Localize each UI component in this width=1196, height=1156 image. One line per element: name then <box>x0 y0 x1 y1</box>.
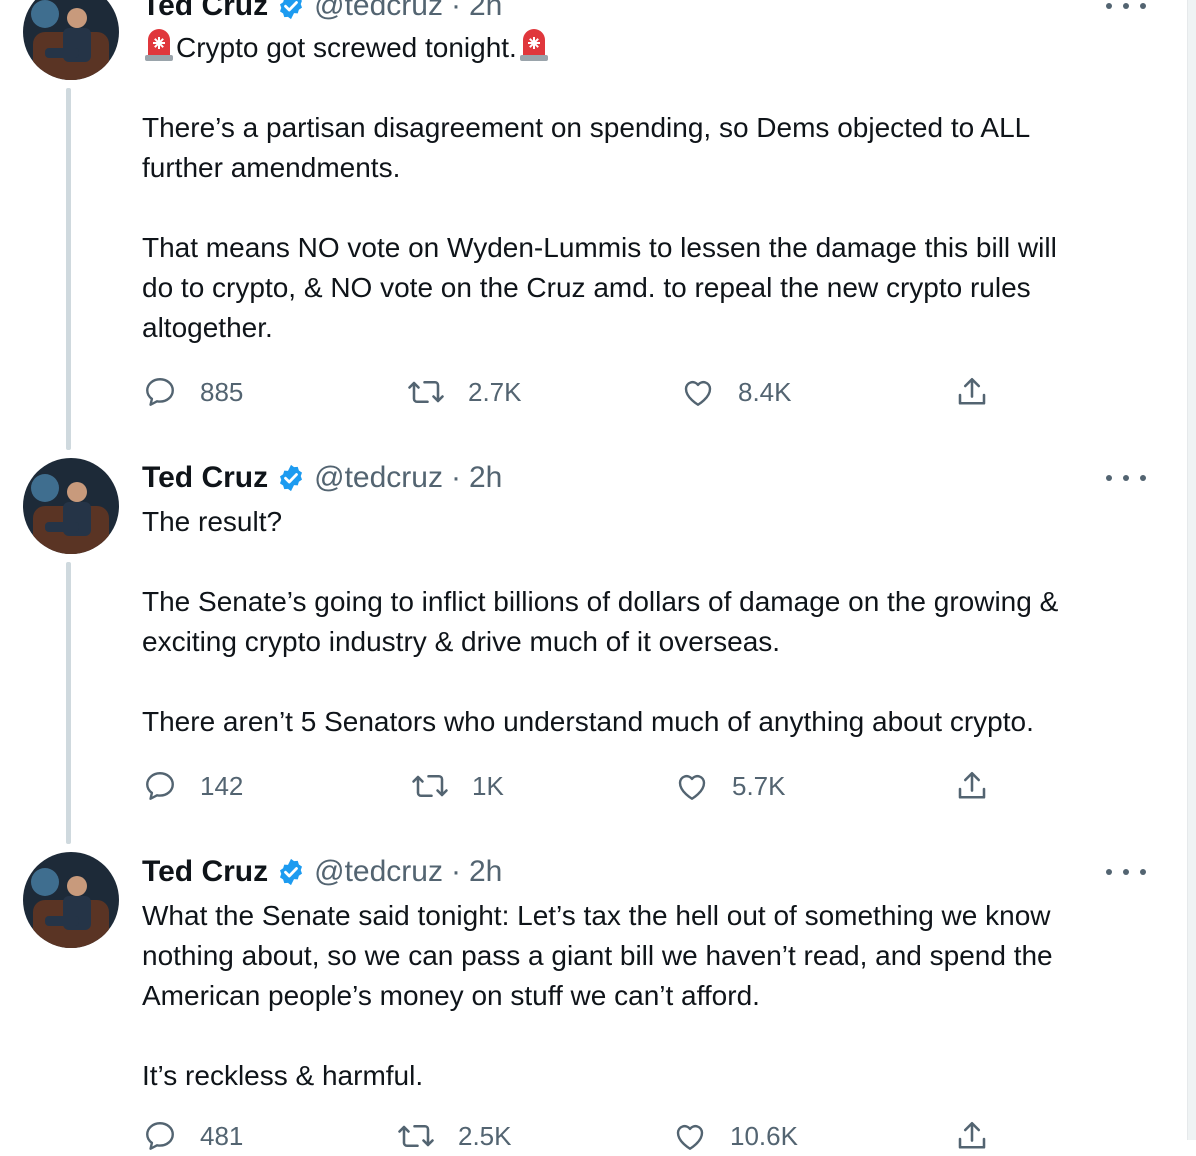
tweet-text-line: There aren’t 5 Senators who understand m… <box>142 706 1034 737</box>
paragraph-break <box>142 1016 1142 1056</box>
tweet-text-line: exciting crypto industry & drive much of… <box>142 626 781 657</box>
tweet-text-line: do to crypto, & NO vote on the Cruz amd.… <box>142 272 1031 303</box>
tweet-text: Crypto got screwed tonight. There’s a pa… <box>142 28 1142 348</box>
like-icon <box>676 1124 704 1150</box>
paragraph-break <box>142 188 1142 228</box>
retweet-count: 2.5K <box>458 1120 512 1151</box>
tweet-text-line: American people’s money on stuff we can’… <box>142 980 760 1011</box>
tweet-actions: 481 2.5K 10.6K <box>142 1116 1002 1156</box>
more-icon[interactable] <box>1106 862 1146 882</box>
share-button[interactable] <box>954 766 1012 806</box>
tweet-text-line: The Senate’s going to inflict billions o… <box>142 586 1059 617</box>
like-button[interactable]: 8.4K <box>680 372 792 412</box>
tweet-text-line: There’s a partisan disagreement on spend… <box>142 112 1031 143</box>
paragraph-break <box>142 542 1142 582</box>
reply-button[interactable]: 885 <box>142 372 243 412</box>
tweet-text-segment: Crypto got screwed tonight. <box>176 32 517 63</box>
share-button[interactable] <box>954 1116 1012 1156</box>
retweet-icon <box>398 1124 434 1148</box>
verified-badge-icon <box>280 464 303 492</box>
paragraph-break <box>142 662 1142 702</box>
share-icon <box>958 1121 986 1149</box>
thread-connector <box>66 562 71 844</box>
author-handle[interactable]: @tedcruz <box>314 855 443 889</box>
reply-icon <box>146 1122 174 1150</box>
more-icon[interactable] <box>1106 0 1146 16</box>
tweet-text-line: further amendments. <box>142 152 401 183</box>
tweet-header: Ted Cruz @tedcruz · 2h <box>142 0 502 26</box>
like-count: 5.7K <box>732 770 786 801</box>
author-handle[interactable]: @tedcruz <box>314 461 443 495</box>
scrollbar[interactable] <box>1187 0 1196 1140</box>
police-light-emoji-icon <box>145 29 173 61</box>
tweet-actions: 885 2.7K 8.4K <box>142 372 1002 412</box>
reply-button[interactable]: 481 <box>142 1116 243 1156</box>
separator: · <box>450 461 461 494</box>
retweet-icon <box>412 774 448 798</box>
like-button[interactable]: 10.6K <box>672 1116 798 1156</box>
like-count: 10.6K <box>730 1120 798 1151</box>
tweet-text-line: nothing about, so we can pass a giant bi… <box>142 940 1053 971</box>
timestamp[interactable]: 2h <box>469 0 502 23</box>
more-icon[interactable] <box>1106 468 1146 488</box>
author-name[interactable]: Ted Cruz <box>142 461 268 495</box>
reply-icon <box>146 772 174 800</box>
retweet-count: 1K <box>472 770 504 801</box>
share-icon <box>958 771 986 799</box>
tweet-text: What the Senate said tonight: Let’s tax … <box>142 896 1142 1096</box>
separator: · <box>450 0 461 22</box>
retweet-count: 2.7K <box>468 376 522 407</box>
author-name[interactable]: Ted Cruz <box>142 0 268 23</box>
paragraph-break <box>142 68 1142 108</box>
author-handle[interactable]: @tedcruz <box>314 0 443 23</box>
like-count: 8.4K <box>738 376 792 407</box>
tweet-header: Ted Cruz @tedcruz · 2h <box>142 458 502 498</box>
like-icon <box>678 774 706 800</box>
tweet-text: The result? The Senate’s going to inflic… <box>142 502 1142 742</box>
tweet-text-line: The result? <box>142 506 283 537</box>
avatar[interactable] <box>23 852 119 948</box>
reply-count: 142 <box>200 770 244 801</box>
verified-badge-icon <box>280 858 303 886</box>
timestamp[interactable]: 2h <box>469 461 502 495</box>
verified-badge-icon <box>280 0 303 20</box>
tweet-text-line: That means NO vote on Wyden-Lummis to le… <box>142 232 1057 263</box>
avatar[interactable] <box>23 458 119 554</box>
reply-count: 481 <box>200 1120 244 1151</box>
like-icon <box>684 380 712 406</box>
author-name[interactable]: Ted Cruz <box>142 855 268 889</box>
tweet-actions: 142 1K 5.7K <box>142 766 1002 806</box>
share-icon <box>958 377 986 405</box>
tweet-header: Ted Cruz @tedcruz · 2h <box>142 852 502 892</box>
tweet-text-line: Crypto got screwed tonight. <box>142 28 1142 68</box>
timestamp[interactable]: 2h <box>469 855 502 889</box>
police-light-emoji-icon <box>519 29 548 61</box>
retweet-button[interactable]: 2.5K <box>396 1116 512 1156</box>
retweet-icon <box>408 380 444 404</box>
retweet-button[interactable]: 2.7K <box>406 372 522 412</box>
reply-count: 885 <box>200 376 244 407</box>
retweet-button[interactable]: 1K <box>410 766 504 806</box>
thread-connector <box>66 88 71 450</box>
avatar[interactable] <box>23 0 119 80</box>
reply-icon <box>146 378 174 406</box>
share-button[interactable] <box>954 372 1012 412</box>
reply-button[interactable]: 142 <box>142 766 243 806</box>
separator: · <box>450 855 461 888</box>
tweet-text-line: It’s reckless & harmful. <box>142 1060 424 1091</box>
tweet-text-line: altogether. <box>142 312 273 343</box>
like-button[interactable]: 5.7K <box>674 766 786 806</box>
tweet-text-line: What the Senate said tonight: Let’s tax … <box>142 900 1051 931</box>
